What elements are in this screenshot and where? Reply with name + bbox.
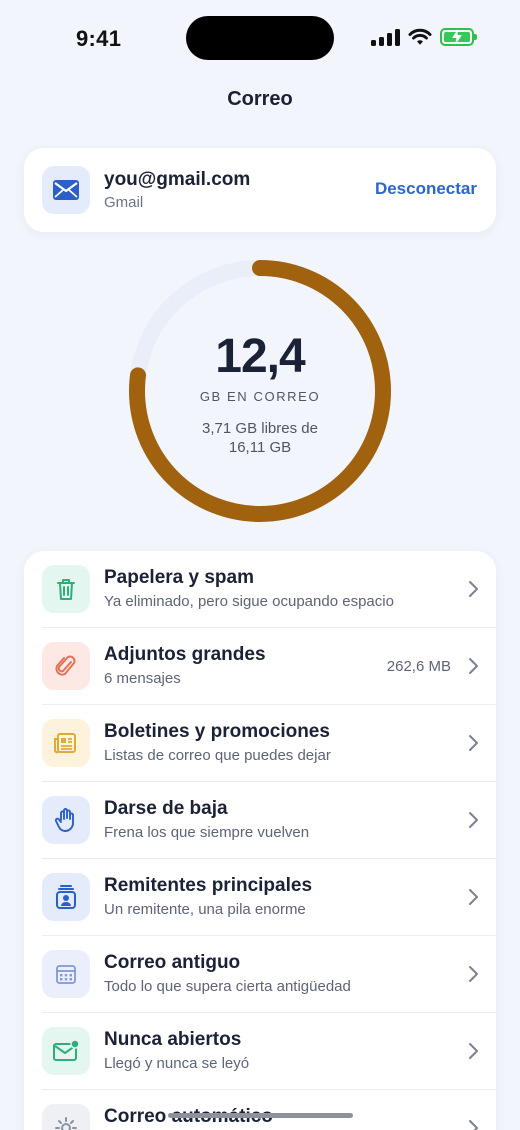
- list-item-title: Adjuntos grandes: [104, 644, 266, 665]
- chevron-right-icon: [469, 735, 478, 751]
- list-item-value: 262,6 MB: [386, 658, 451, 675]
- home-indicator: [168, 1113, 353, 1118]
- chevron-right-icon: [469, 1043, 478, 1059]
- status-icons: [371, 28, 477, 46]
- list-item-title: Papelera y spam: [104, 567, 254, 588]
- list-item-subtitle: Todo lo que supera cierta antigüedad: [104, 978, 351, 995]
- list-item-newsletter[interactable]: Boletines y promociones Listas de correo…: [24, 705, 496, 782]
- chevron-right-icon: [469, 966, 478, 982]
- trash-icon: [42, 565, 90, 613]
- list-item-title: Remitentes principales: [104, 875, 313, 896]
- gear-icon: [42, 1104, 90, 1130]
- list-item-trash[interactable]: Papelera y spam Ya eliminado, pero sigue…: [24, 551, 496, 628]
- mail-icon: [42, 166, 90, 214]
- chevron-right-icon: [469, 581, 478, 597]
- category-list: Papelera y spam Ya eliminado, pero sigue…: [24, 551, 496, 1130]
- dynamic-island: [186, 16, 334, 60]
- storage-used-label: GB EN CORREO: [199, 389, 321, 404]
- list-item-title: Boletines y promociones: [104, 721, 330, 742]
- list-item-calendar[interactable]: Correo antiguo Todo lo que supera cierta…: [24, 936, 496, 1013]
- battery-charging-icon: [440, 28, 477, 46]
- calendar-icon: [42, 950, 90, 998]
- list-item-subtitle: Un remitente, una pila enorme: [104, 901, 306, 918]
- chevron-right-icon: [469, 889, 478, 905]
- chevron-right-icon: [469, 1120, 478, 1130]
- account-email: you@gmail.com: [104, 169, 251, 190]
- list-item-title: Nunca abiertos: [104, 1029, 242, 1050]
- list-item-title: Darse de baja: [104, 798, 228, 819]
- disconnect-button[interactable]: Desconectar: [375, 179, 477, 199]
- list-item-subtitle: Ya eliminado, pero sigue ocupando espaci…: [104, 593, 394, 610]
- status-time: 9:41: [76, 26, 122, 51]
- newsletter-icon: [42, 719, 90, 767]
- page-title: Correo: [227, 88, 293, 110]
- list-item-subtitle: Frena los que siempre vuelven: [104, 824, 310, 841]
- storage-ring: 12,4 GB EN CORREO 3,71 GB libres de 16,1…: [128, 259, 392, 523]
- list-item-subtitle: 6 mensajes: [104, 670, 181, 687]
- wifi-icon: [408, 28, 432, 45]
- chevron-right-icon: [469, 812, 478, 828]
- account-card: you@gmail.com Gmail Desconectar: [24, 148, 496, 232]
- list-item-subtitle: Listas de correo que puedes dejar: [104, 747, 331, 764]
- hand-icon: [42, 796, 90, 844]
- account-provider: Gmail: [104, 194, 144, 211]
- storage-free-text: 3,71 GB libres de 16,11 GB: [202, 420, 318, 456]
- list-item-paperclip[interactable]: Adjuntos grandes 6 mensajes 262,6 MB: [24, 628, 496, 705]
- contact-stack-icon: [42, 873, 90, 921]
- paperclip-icon: [42, 642, 90, 690]
- cellular-signal-icon: [371, 28, 400, 46]
- list-item-subtitle: Llegó y nunca se leyó: [104, 1055, 250, 1072]
- list-item-gear[interactable]: Correo automático: [24, 1090, 496, 1130]
- list-item-contact-stack[interactable]: Remitentes principales Un remitente, una…: [24, 859, 496, 936]
- status-bar: 9:41: [0, 0, 520, 76]
- list-item-hand[interactable]: Darse de baja Frena los que siempre vuel…: [24, 782, 496, 859]
- chevron-right-icon: [469, 658, 478, 674]
- list-item-unread-mail[interactable]: Nunca abiertos Llegó y nunca se leyó: [24, 1013, 496, 1090]
- list-item-title: Correo antiguo: [104, 952, 241, 973]
- storage-used-value: 12,4: [215, 330, 305, 383]
- unread-mail-icon: [42, 1027, 90, 1075]
